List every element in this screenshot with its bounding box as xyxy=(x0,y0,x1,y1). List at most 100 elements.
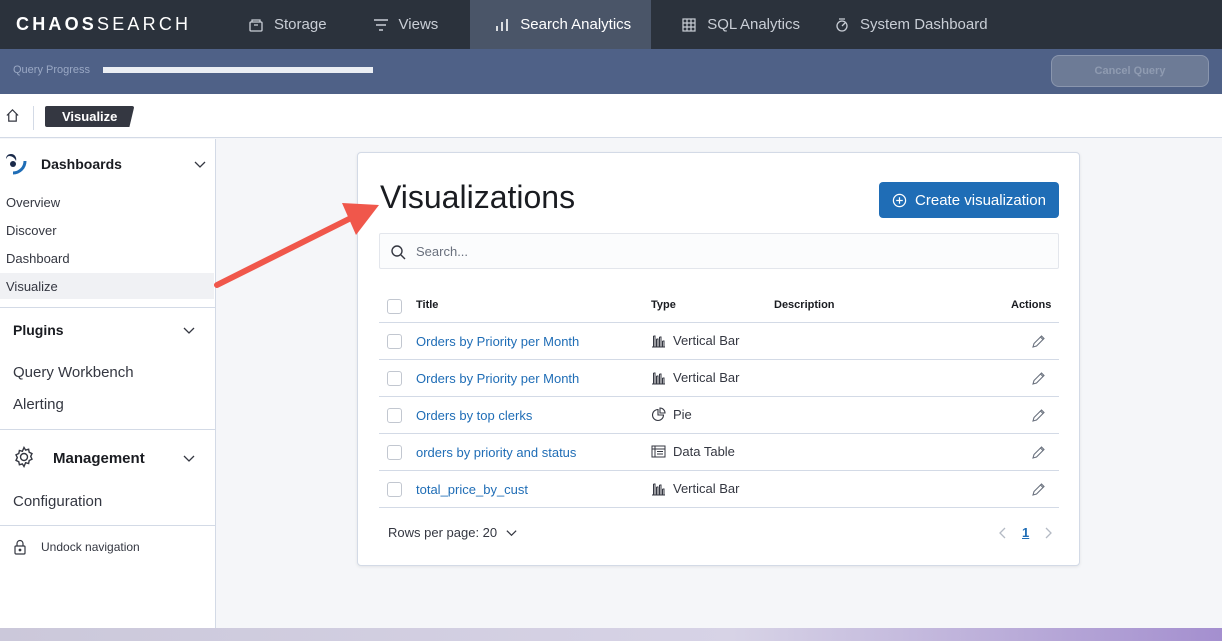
row-checkbox[interactable] xyxy=(387,334,402,349)
column-header-description: Description xyxy=(774,299,835,311)
visualization-type: Data Table xyxy=(651,444,735,459)
chevron-down-icon[interactable] xyxy=(182,451,196,465)
search-icon xyxy=(391,245,406,260)
visualization-type-label: Vertical Bar xyxy=(673,333,740,348)
visualization-title-link[interactable]: orders by priority and status xyxy=(416,445,576,460)
row-checkbox[interactable] xyxy=(387,445,402,460)
plugins-section-header[interactable]: Plugins xyxy=(0,319,215,341)
query-progress-track xyxy=(103,67,373,73)
pencil-icon[interactable] xyxy=(1031,334,1046,349)
pie-icon xyxy=(651,407,666,422)
search-field[interactable] xyxy=(379,233,1059,269)
plus-circle-icon xyxy=(892,193,907,207)
visualization-type: Vertical Bar xyxy=(651,481,739,496)
rows-per-page-selector[interactable]: Rows per page: 20 xyxy=(388,525,518,540)
annotation-arrow-icon xyxy=(214,203,379,288)
pencil-icon[interactable] xyxy=(1031,445,1046,460)
management-section-title: Management xyxy=(53,450,145,467)
table-header: Title Type Description Actions xyxy=(379,289,1059,323)
dashboards-section-header[interactable]: Dashboards xyxy=(0,153,215,175)
search-input[interactable] xyxy=(416,234,1046,268)
column-header-type[interactable]: Type xyxy=(651,299,676,311)
visualization-title-link[interactable]: Orders by Priority per Month xyxy=(416,334,579,349)
create-visualization-label: Create visualization xyxy=(915,191,1046,209)
pencil-icon[interactable] xyxy=(1031,482,1046,497)
page-title: Visualizations xyxy=(380,179,576,215)
visualization-type-label: Vertical Bar xyxy=(673,481,740,496)
chevron-left-icon[interactable] xyxy=(998,527,1008,539)
brand-light-text: SEARCH xyxy=(97,14,192,34)
side-navigation: Dashboards Overview Discover Dashboard V… xyxy=(0,139,216,641)
bottom-strip-gradient xyxy=(0,628,1222,641)
undock-navigation-button[interactable]: Undock navigation xyxy=(0,537,215,557)
sidebar-divider xyxy=(0,429,215,430)
lock-icon xyxy=(14,539,26,555)
dashboards-section-title: Dashboards xyxy=(41,156,122,172)
sidebar-item-dashboard[interactable]: Dashboard xyxy=(0,245,214,271)
nav-tab-sql-analytics-label: SQL Analytics xyxy=(707,16,801,33)
bottom-strip xyxy=(0,628,1222,641)
row-checkbox[interactable] xyxy=(387,371,402,386)
chaossearch-logo[interactable]: CHAOS SEARCH xyxy=(0,0,232,49)
column-header-actions: Actions xyxy=(1011,299,1052,311)
sidebar-item-overview[interactable]: Overview xyxy=(0,189,214,215)
pencil-icon[interactable] xyxy=(1031,408,1046,423)
table-row: orders by priority and status Data Table xyxy=(379,434,1059,471)
visualization-title-link[interactable]: Orders by top clerks xyxy=(416,408,532,423)
vertical-bar-icon xyxy=(652,372,665,385)
bar-chart-icon xyxy=(496,18,509,31)
visualization-type: Vertical Bar xyxy=(651,370,739,385)
cancel-query-button[interactable]: Cancel Query xyxy=(1051,55,1209,87)
home-icon[interactable] xyxy=(5,108,20,123)
row-checkbox[interactable] xyxy=(387,408,402,423)
pagination: 1 xyxy=(998,525,1053,540)
nav-tab-views-label: Views xyxy=(398,16,439,33)
plugins-section-title: Plugins xyxy=(13,322,64,338)
select-all-checkbox[interactable] xyxy=(387,299,402,314)
nav-tab-storage-label: Storage xyxy=(274,16,327,33)
sidebar-link-alerting[interactable]: Alerting xyxy=(13,396,64,413)
sidebar-item-discover[interactable]: Discover xyxy=(0,217,214,243)
pencil-icon[interactable] xyxy=(1031,371,1046,386)
nav-tab-storage[interactable]: Storage xyxy=(232,0,343,49)
query-progress-fill xyxy=(103,67,373,73)
management-section-header[interactable]: Management xyxy=(0,445,215,471)
breadcrumb-separator xyxy=(33,106,34,130)
row-checkbox[interactable] xyxy=(387,482,402,497)
table-row: Orders by Priority per Month Vertical Ba… xyxy=(379,360,1059,397)
table-row: Orders by Priority per Month Vertical Ba… xyxy=(379,323,1059,360)
column-header-title[interactable]: Title xyxy=(416,299,438,311)
query-progress-label: Query Progress xyxy=(13,64,91,76)
create-visualization-button[interactable]: Create visualization xyxy=(879,182,1059,218)
opensearch-logo-icon xyxy=(6,154,27,175)
breadcrumb-bar: Visualize xyxy=(0,94,1222,138)
sidebar-link-configuration[interactable]: Configuration xyxy=(13,493,102,510)
visualization-type-label: Pie xyxy=(673,407,692,422)
visualization-type-label: Vertical Bar xyxy=(673,370,740,385)
visualization-title-link[interactable]: total_price_by_cust xyxy=(416,482,528,497)
table-row: Orders by top clerks Pie xyxy=(379,397,1059,434)
visualizations-panel: Visualizations Create visualization Titl… xyxy=(357,152,1080,566)
page-number[interactable]: 1 xyxy=(1022,525,1029,540)
sidebar-item-visualize[interactable]: Visualize xyxy=(0,273,214,299)
views-icon xyxy=(373,18,388,31)
visualization-type: Pie xyxy=(651,407,692,422)
chevron-down-icon[interactable] xyxy=(182,323,196,337)
nav-tab-search-analytics-label: Search Analytics xyxy=(520,16,632,33)
nav-tab-system-dashboard[interactable]: System Dashboard xyxy=(818,0,1004,49)
grid-icon xyxy=(682,17,696,32)
chevron-right-icon[interactable] xyxy=(1043,527,1053,539)
chevron-down-icon xyxy=(506,530,517,537)
nav-tab-views[interactable]: Views xyxy=(357,0,455,49)
gear-icon xyxy=(15,445,33,469)
visualization-title-link[interactable]: Orders by Priority per Month xyxy=(416,371,579,386)
undock-navigation-label: Undock navigation xyxy=(41,540,140,554)
query-progress-bar: Query Progress Cancel Query xyxy=(0,49,1222,94)
nav-tab-system-dashboard-label: System Dashboard xyxy=(860,16,988,33)
nav-tab-sql-analytics[interactable]: SQL Analytics xyxy=(665,0,816,49)
sidebar-link-query-workbench[interactable]: Query Workbench xyxy=(13,364,134,381)
chevron-down-icon[interactable] xyxy=(193,157,207,171)
nav-tab-search-analytics[interactable]: Search Analytics xyxy=(470,0,652,49)
vertical-bar-icon xyxy=(652,335,665,348)
table-row: total_price_by_cust Vertical Bar xyxy=(379,471,1059,508)
